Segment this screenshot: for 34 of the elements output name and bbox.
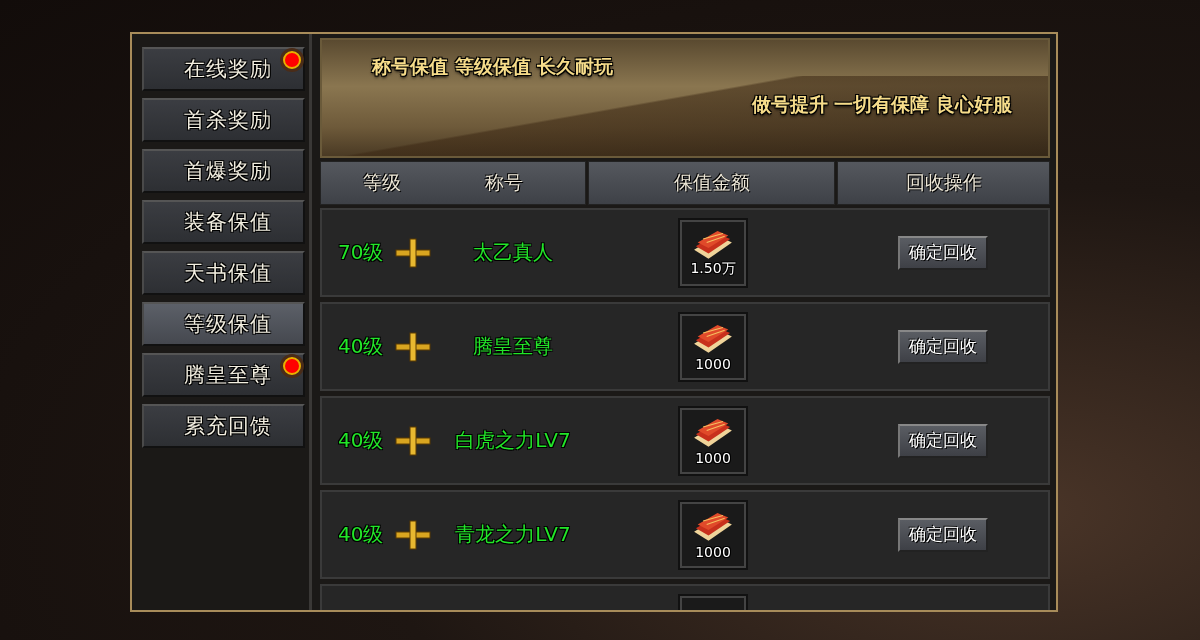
sidebar-tab[interactable]: 天书保值 xyxy=(142,251,305,295)
title-text: 腾皇至尊 xyxy=(472,333,554,360)
sidebar-tab[interactable]: 等级保值 xyxy=(142,302,305,346)
recycle-button[interactable]: 确定回收 xyxy=(898,517,988,552)
plus-icon xyxy=(394,425,432,456)
title-text: 太乙真人 xyxy=(472,239,554,266)
title-text: 白虎之力LV7 xyxy=(454,427,572,454)
level-text: 40级 xyxy=(338,521,385,548)
sidebar-tab[interactable]: 装备保值 xyxy=(142,200,305,244)
header-label: 保值金额 xyxy=(673,170,750,195)
plus-icon xyxy=(394,519,432,550)
recycle-button[interactable]: 确定回收 xyxy=(898,423,988,458)
header-label: 回收操作 xyxy=(905,170,982,195)
amount-text: 1.50万 xyxy=(689,259,737,278)
plus-icon xyxy=(394,237,432,268)
banner-slogan: 做号提升 一切有保障 良心好服 xyxy=(751,92,1012,117)
sidebar-tab[interactable]: 累充回馈 xyxy=(142,404,305,448)
sidebar-tab[interactable]: 腾皇至尊 xyxy=(142,353,305,397)
level-text: 40级 xyxy=(338,333,385,360)
amount-text: 1000 xyxy=(694,543,732,560)
level-text: 70级 xyxy=(338,239,385,266)
title-text: 青龙之力LV7 xyxy=(454,521,572,548)
amount-text: 1000 xyxy=(694,355,732,372)
sidebar-tab[interactable]: 在线奖励 xyxy=(142,47,305,91)
sidebar-tab[interactable]: 首杀奖励 xyxy=(142,98,305,142)
banner-slogan: 称号保值 等级保值 长久耐玩 xyxy=(372,54,615,79)
header-label: 等级 xyxy=(363,170,401,195)
sidebar-tab[interactable]: 首爆奖励 xyxy=(142,149,305,193)
plus-icon xyxy=(394,331,432,362)
amount-text: 1000 xyxy=(694,449,732,466)
header-label: 称号 xyxy=(485,170,523,195)
recycle-button[interactable]: 确定回收 xyxy=(898,235,988,270)
recycle-button[interactable]: 确定回收 xyxy=(898,329,988,364)
level-text: 40级 xyxy=(338,427,385,454)
